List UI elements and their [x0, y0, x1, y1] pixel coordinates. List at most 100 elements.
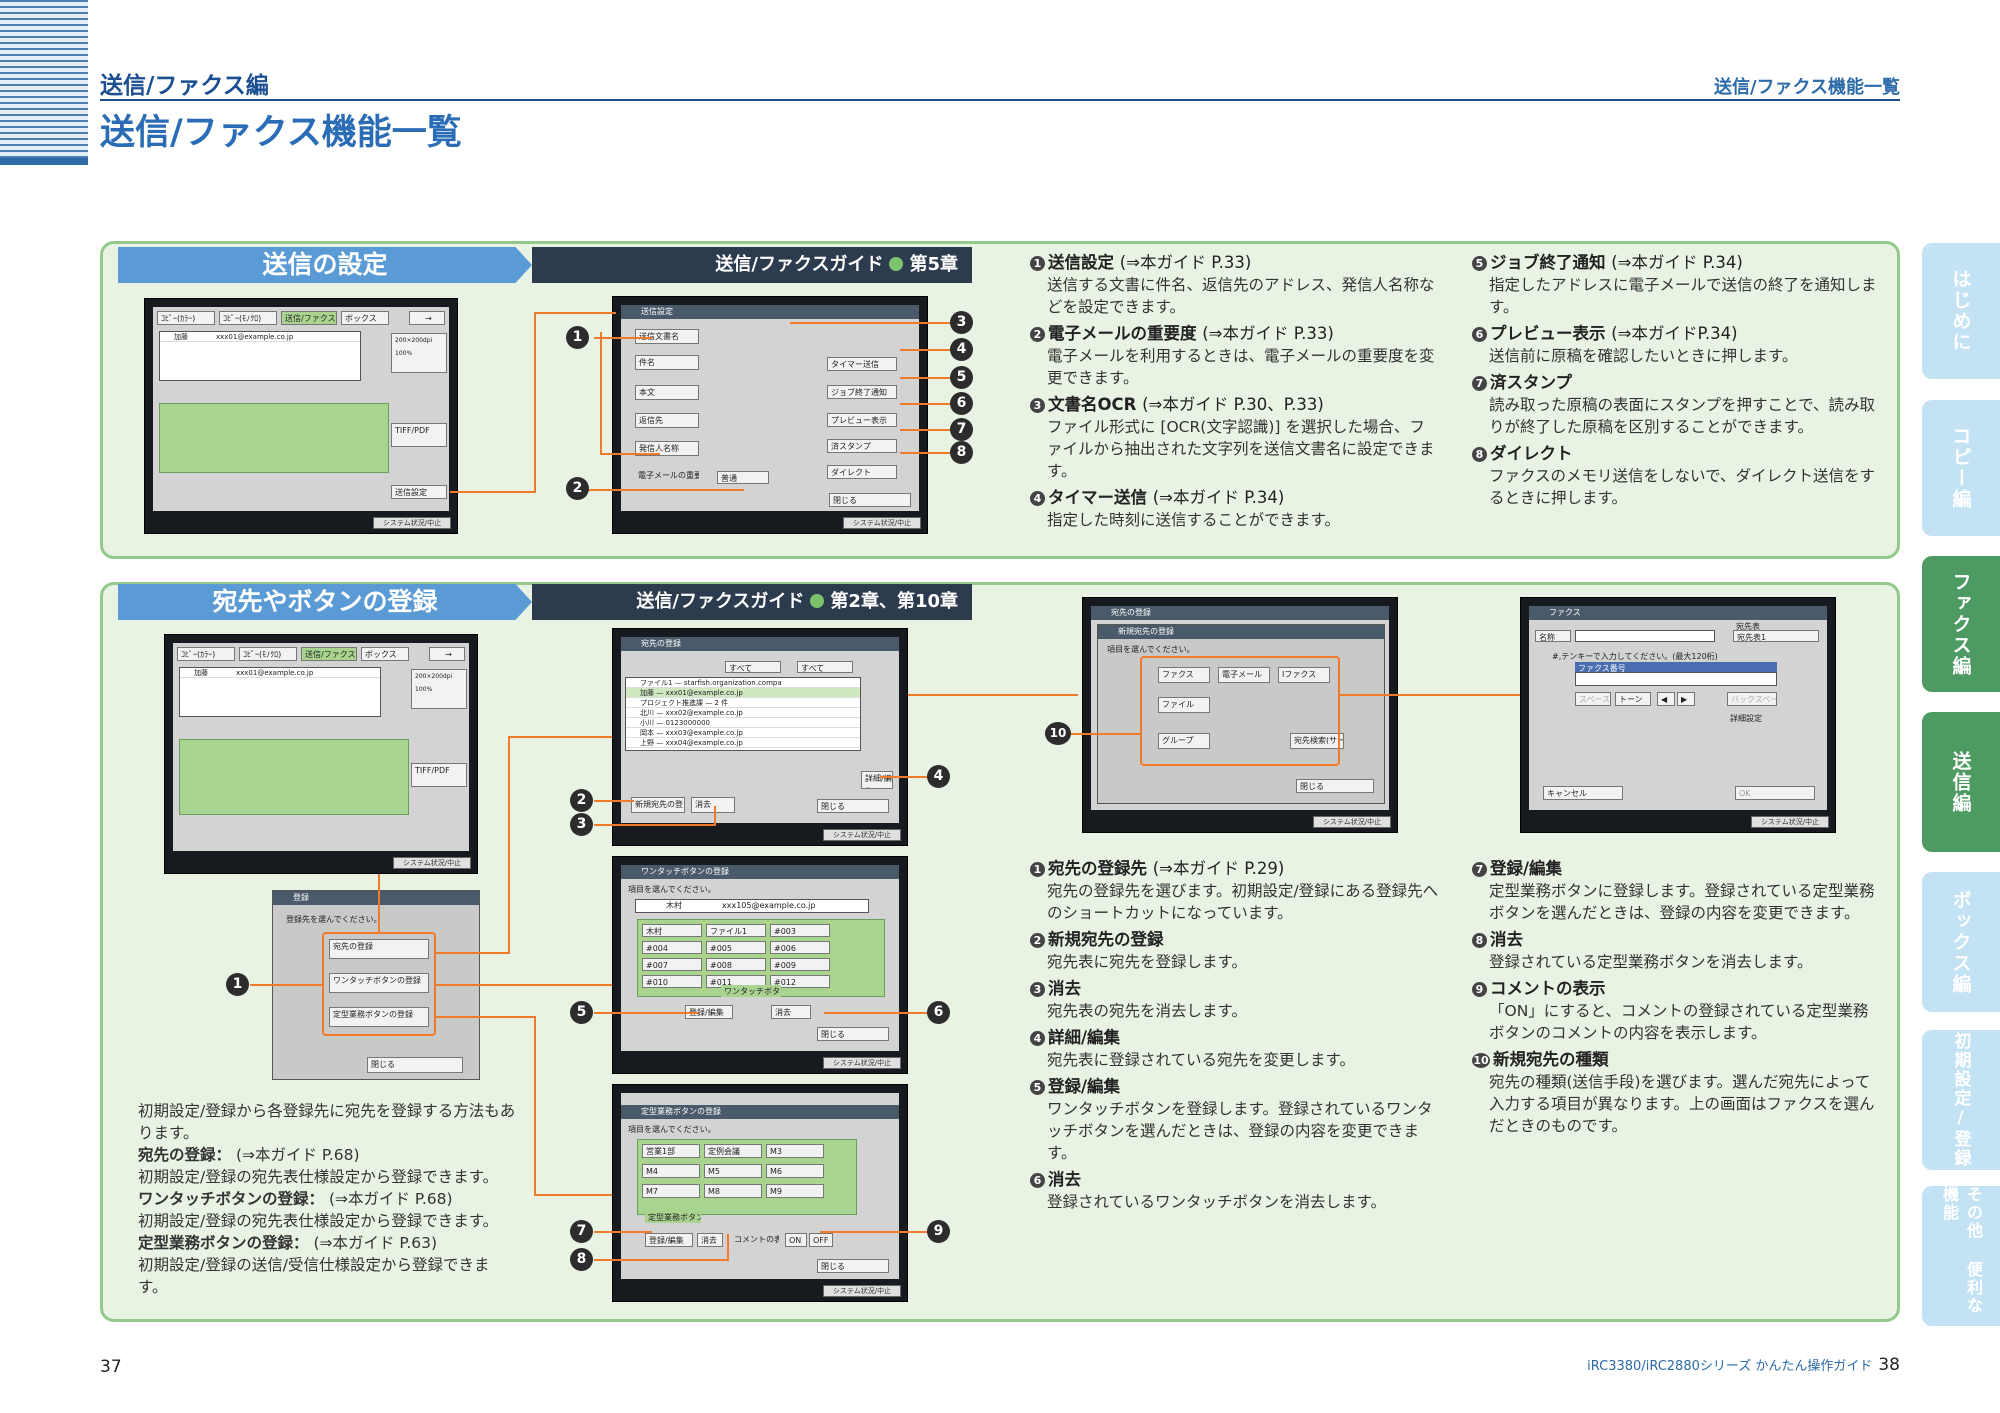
right-arrow-icon[interactable]: ▶	[1677, 692, 1695, 706]
status-button[interactable]: システム状況/中止	[823, 1285, 901, 1297]
addrbook-select[interactable]: すべて	[725, 661, 781, 673]
onetouch-button[interactable]: ファイル1	[706, 924, 766, 937]
tone-button[interactable]: トーン	[1615, 692, 1651, 706]
detail-settings-button[interactable]: 詳細設定	[1727, 712, 1787, 726]
preview-button[interactable]: プレビュー表示	[827, 413, 897, 427]
comment-on-button[interactable]: ON	[785, 1233, 807, 1247]
onetouch-button[interactable]: #004	[642, 941, 702, 954]
timer-button[interactable]: タイマー送信	[827, 357, 897, 371]
favorite-button[interactable]: 定例会議	[704, 1144, 762, 1158]
space-button[interactable]: スペース	[1575, 692, 1611, 706]
close-button[interactable]: 閉じる	[367, 1057, 463, 1073]
favorite-button[interactable]: M7	[642, 1184, 700, 1198]
name-button[interactable]: 名称	[1535, 630, 1571, 642]
desc-item: 7 済スタンプ 読み取った原稿の表面にスタンプを押すことで、読み取りが終了した原稿を…	[1472, 372, 1882, 438]
send-settings-button[interactable]: 送信設定	[391, 485, 447, 499]
favorite-button[interactable]: M5	[704, 1164, 762, 1178]
favorite-button[interactable]: 営業1部	[642, 1144, 700, 1158]
desc-item: 5 ジョブ終了通知 (⇒本ガイド P.34) 指定したアドレスに電子メールで送信の終…	[1472, 252, 1882, 318]
status-button[interactable]: システム状況/中止	[843, 517, 921, 529]
comment-off-button[interactable]: OFF	[809, 1233, 833, 1247]
close-button[interactable]: 閉じる	[817, 1027, 889, 1041]
status-button[interactable]: システム状況/中止	[823, 829, 901, 841]
onetouch-button[interactable]: #008	[706, 958, 766, 971]
onetouch-button[interactable]: #006	[770, 941, 830, 954]
close-button[interactable]: 閉じる	[817, 799, 889, 813]
book-select[interactable]: 宛先表1	[1733, 630, 1819, 642]
send-button-area	[159, 403, 389, 473]
backspace-button[interactable]: バックスペース	[1727, 692, 1777, 706]
tab-copy-color[interactable]: ｺﾋﾟｰ(ｶﾗｰ)	[157, 311, 215, 325]
onetouch-button[interactable]: #009	[770, 958, 830, 971]
left-arrow-icon[interactable]: ◀	[1657, 692, 1675, 706]
status-button[interactable]: システム状況/中止	[393, 857, 471, 869]
favorite-prompt: 項目を選んでください。	[628, 1125, 716, 1134]
favorite-button[interactable]: M4	[642, 1164, 700, 1178]
direct-button[interactable]: ダイレクト	[827, 465, 897, 479]
callout-10: 10	[1045, 722, 1071, 745]
favorite-button[interactable]: M6	[766, 1164, 824, 1178]
favorite-grid: 営業1部 定例会議 M3 M4 M5 M6 M7 M8 M9	[637, 1139, 857, 1215]
stamp-button[interactable]: 済スタンプ	[827, 439, 897, 453]
addrbook-list[interactable]: ファイル1 — starfish.organization.compa 加藤 —…	[625, 677, 861, 751]
delete-button[interactable]: 消去	[771, 1005, 811, 1019]
tab-next[interactable]: →	[409, 311, 445, 325]
tab-copy-color[interactable]: ｺﾋﾟｰ(ｶﾗｰ)	[177, 647, 235, 661]
tab-send-fax[interactable]: 送信/ファクス	[281, 311, 337, 325]
detail-edit-button[interactable]: 詳細/編集	[861, 771, 893, 789]
status-button[interactable]: システム状況/中止	[823, 1057, 901, 1069]
tab-intro[interactable]: はじめに	[1922, 243, 2000, 379]
file-format-box[interactable]: TIFF/PDF	[391, 423, 447, 447]
delete-button[interactable]: 消去	[691, 797, 735, 813]
tab-box[interactable]: ボックス編	[1922, 872, 2000, 1012]
status-button[interactable]: システム状況/中止	[373, 517, 451, 529]
tab-settings[interactable]: 初期設定/登録	[1922, 1030, 2000, 1170]
ok-button[interactable]: OK	[1735, 786, 1815, 800]
favorite-button[interactable]: M8	[704, 1184, 762, 1198]
tab-copy[interactable]: コピー編	[1922, 400, 2000, 536]
onetouch-button[interactable]: 木村	[642, 924, 702, 937]
cancel-button[interactable]: キャンセル	[1543, 786, 1623, 800]
status-button[interactable]: システム状況/中止	[1751, 816, 1829, 828]
job-notice-button[interactable]: ジョブ終了通知	[827, 385, 897, 399]
connector	[378, 874, 380, 934]
importance-select[interactable]: 普通	[717, 471, 769, 484]
desc-item: 5 登録/編集 ワンタッチボタンを登録します。登録されているワンタッチボタンを選んだ…	[1030, 1076, 1440, 1164]
new-address-button[interactable]: 新規宛先の登録	[631, 797, 685, 813]
onetouch-button[interactable]: #003	[770, 924, 830, 937]
subject-button[interactable]: 件名	[635, 355, 699, 370]
tab-box[interactable]: ボックス	[361, 647, 409, 661]
fax-number-field[interactable]	[1575, 672, 1777, 686]
onetouch-button[interactable]: #010	[642, 975, 702, 988]
tab-copy-mono[interactable]: ｺﾋﾟｰ(ﾓﾉｸﾛ)	[239, 647, 297, 661]
reply-to-button[interactable]: 返信先	[635, 413, 699, 428]
delete-button[interactable]: 消去	[697, 1233, 723, 1247]
panel2-desc-left: 1 宛先の登録先 (⇒本ガイド P.29) 宛先の登録先を選びます。初期設定/登録に…	[1030, 858, 1440, 1218]
name-field[interactable]	[1575, 630, 1715, 642]
scan-settings-box[interactable]: 200×200dpi 100%	[411, 669, 467, 709]
tab-other[interactable]: その他 便利な機能	[1922, 1186, 2000, 1326]
favorite-button[interactable]: M9	[766, 1184, 824, 1198]
status-button[interactable]: システム状況/中止	[1313, 816, 1391, 828]
register-edit-button[interactable]: 登録/編集	[645, 1233, 693, 1247]
type-select[interactable]: すべて	[797, 661, 853, 673]
scan-settings-box[interactable]: 200×200dpi 100%	[391, 333, 447, 373]
tab-next[interactable]: →	[429, 647, 465, 661]
favorite-button[interactable]: M3	[766, 1144, 824, 1158]
onetouch-button[interactable]: #005	[706, 941, 766, 954]
corner-decoration	[0, 0, 88, 165]
tab-send-fax[interactable]: 送信/ファクス	[301, 647, 357, 661]
file-format-box[interactable]: TIFF/PDF	[411, 763, 467, 787]
panel1-desc-right: 5 ジョブ終了通知 (⇒本ガイド P.34) 指定したアドレスに電子メールで送信の終…	[1472, 252, 1882, 514]
newaddr-prompt: 項目を選んでください。	[1107, 645, 1195, 654]
close-button[interactable]: 閉じる	[829, 493, 911, 507]
onetouch-button[interactable]: #007	[642, 958, 702, 971]
close-button[interactable]: 閉じる	[1296, 779, 1374, 793]
tab-send[interactable]: 送信編	[1922, 712, 2000, 852]
tab-copy-mono[interactable]: ｺﾋﾟｰ(ﾓﾉｸﾛ)	[219, 311, 277, 325]
close-button[interactable]: 閉じる	[817, 1259, 889, 1273]
tab-box[interactable]: ボックス	[341, 311, 389, 325]
connector	[908, 694, 1078, 696]
body-button[interactable]: 本文	[635, 385, 699, 400]
tab-fax[interactable]: ファクス編	[1922, 556, 2000, 692]
